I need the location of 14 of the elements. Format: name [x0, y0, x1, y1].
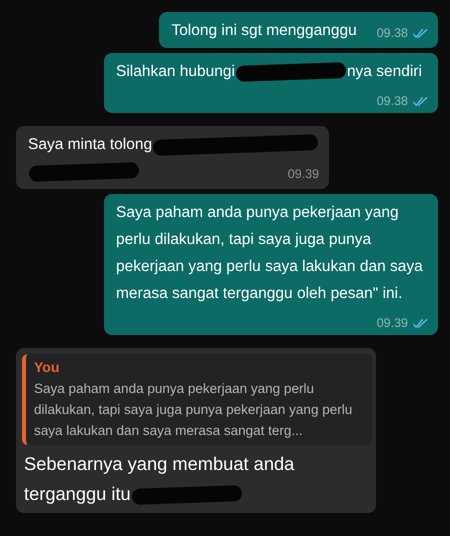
- message-time: 09.39: [376, 315, 408, 331]
- message-text: Silahkan hubungi: [116, 63, 235, 80]
- quoted-message[interactable]: You Saya paham anda punya pekerjaan yang perlu dilakukan, tapi saya juga punya pekerjaan yang perlu saya lakukan dan saya merasa sangat terg...: [22, 354, 372, 445]
- message-time: 09.38: [376, 93, 408, 109]
- message-time: 09.39: [288, 166, 320, 182]
- message-text: Tolong ini sgt mengganggu: [171, 22, 357, 39]
- message-text: terganggu itu: [24, 483, 131, 504]
- quoted-text: Saya paham anda punya pekerjaan yang perlu dilakukan, tapi saya juga punya pekerjaan yang perlu saya lakukan dan saya merasa sangat terg...: [34, 380, 354, 440]
- message-text: Saya minta tolong: [28, 136, 152, 153]
- message-text: Sebenarnya yang membuat anda: [24, 453, 294, 474]
- message-text: Saya paham anda punya pekerjaan yang perlu dilakukan, tapi saya juga punya pekerjaan yang perlu saya lakukan dan saya merasa sangat terganggu oleh pesan" ini.: [116, 203, 424, 304]
- quote-author: You: [34, 358, 60, 377]
- message-text: nya sendiri: [346, 63, 422, 80]
- message-time: 09.38: [376, 25, 408, 41]
